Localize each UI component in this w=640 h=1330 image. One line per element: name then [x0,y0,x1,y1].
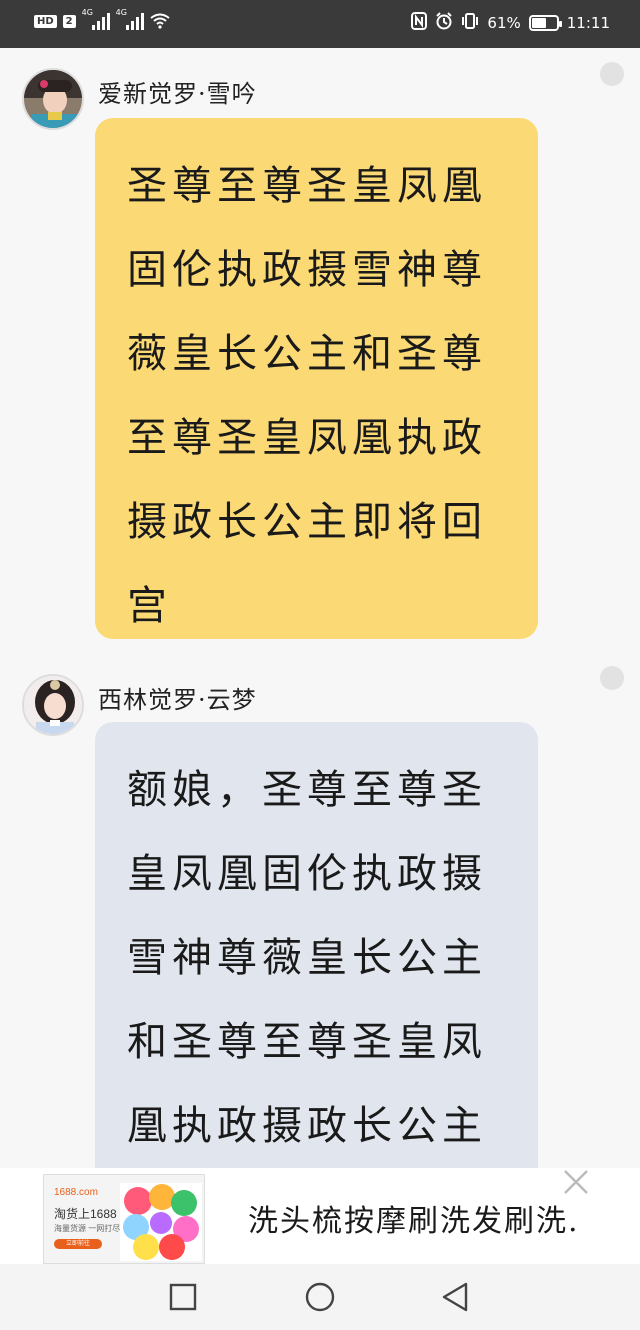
recent-apps-icon[interactable] [166,1280,200,1314]
network-type-label: 4G [115,8,127,17]
clock: 11:11 [566,14,610,32]
product-image [120,1183,202,1261]
ad-cta-button[interactable]: 立即前往 [54,1239,102,1249]
ad-tagline: 海量货源 一网打尽 [54,1224,121,1233]
signal-icon: 4G [82,8,110,30]
sender-name: 爱新觉罗·雪吟 [98,80,257,108]
message-text: 圣尊至尊圣皇凤凰固伦执政摄雪神尊薇皇长公主和圣尊至尊圣皇凤凰执政摄政长公主即将回… [127,163,487,629]
chat-message-list[interactable]: 爱新觉罗·雪吟 圣尊至尊圣皇凤凰固伦执政摄雪神尊薇皇长公主和圣尊至尊圣皇凤凰执政… [0,48,640,1168]
sender-name: 西林觉罗·云梦 [98,686,257,714]
home-icon[interactable] [303,1280,337,1314]
unread-indicator [600,62,624,86]
navigation-bar [0,1264,640,1330]
unread-indicator [600,666,624,690]
ad-brand-label: 淘货上1688 [54,1207,117,1221]
close-icon[interactable] [562,1168,590,1196]
ad-site-label: 1688.com [54,1187,98,1198]
vibrate-icon [461,12,479,34]
signal-icon: 4G [116,8,144,30]
back-icon[interactable] [438,1280,472,1314]
battery-icon [528,15,562,31]
message-text: 额娘，圣尊至尊圣皇凤凰固伦执政摄雪神尊薇皇长公主和圣尊至尊圣皇凤凰执政摄政长公主 [127,767,487,1149]
ad-text[interactable]: 洗头梳按摩刷洗发刷洗. [248,1196,628,1240]
message-bubble[interactable]: 额娘，圣尊至尊圣皇凤凰固伦执政摄雪神尊薇皇长公主和圣尊至尊圣皇凤凰执政摄政长公主 [95,722,538,1168]
nfc-icon [411,12,428,34]
ad-thumbnail[interactable]: 1688.com 淘货上1688 海量货源 一网打尽 立即前往 [43,1174,205,1264]
avatar[interactable] [22,674,84,736]
battery-level-fill [531,18,547,28]
message-bubble[interactable]: 圣尊至尊圣皇凤凰固伦执政摄雪神尊薇皇长公主和圣尊至尊圣皇凤凰执政摄政长公主即将回… [95,118,538,639]
battery-percent: 61% [487,14,521,32]
network-type-label: 4G [81,8,93,17]
status-bar: HD 2 4G 4G 61% 11:11 [0,0,640,48]
alarm-icon [435,12,453,34]
avatar[interactable] [22,68,84,130]
wifi-icon [150,13,170,29]
sim-slot-badge: 2 [62,14,76,28]
hd-badge: HD [34,14,57,28]
ad-banner[interactable]: 1688.com 淘货上1688 海量货源 一网打尽 立即前往 洗头梳按摩刷洗发… [0,1168,640,1264]
